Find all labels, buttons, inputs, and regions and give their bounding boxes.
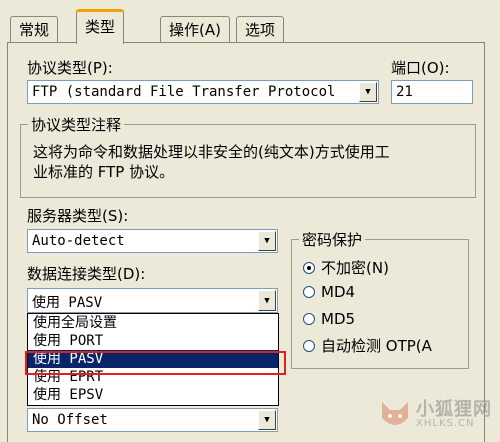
radio-button-icon[interactable] (303, 339, 315, 352)
time-offset-select[interactable]: No Offset ▼ (27, 408, 278, 432)
protocol-dropdown-arrow-icon[interactable]: ▼ (359, 82, 377, 102)
tab-type[interactable]: 类型 (76, 9, 125, 44)
server-type-dropdown-arrow-icon[interactable]: ▼ (258, 231, 276, 251)
radio-button-icon[interactable] (303, 261, 315, 274)
tab-type-label: 类型 (85, 18, 116, 36)
port-label: 端口(O): (391, 59, 450, 77)
radio-md4[interactable]: MD4 (303, 283, 355, 301)
watermark-text: 小狐狸网 XHLKS.CN (416, 401, 492, 429)
protocol-type-label: 协议类型(P): (27, 59, 113, 77)
protocol-type-value: FTP (standard File Transfer Protocol (32, 84, 336, 100)
protocol-type-select[interactable]: FTP (standard File Transfer Protocol ▼ (27, 80, 379, 104)
server-type-label: 服务器类型(S): (27, 207, 129, 225)
data-connection-value: 使用 PASV (32, 295, 103, 311)
time-offset-value: No Offset (32, 412, 108, 428)
radio-md5-label: MD5 (321, 310, 356, 328)
tab-general-label: 常规 (19, 21, 50, 39)
annotation-highlight-box (25, 351, 286, 375)
password-protection-legend: 密码保护 (299, 229, 366, 250)
server-type-value: Auto-detect (32, 233, 125, 249)
radio-auto-otp[interactable]: 自动检测 OTP(A (303, 335, 432, 356)
dropdown-option-global[interactable]: 使用全局设置 (28, 314, 278, 332)
watermark-en: XHLKS.CN (416, 418, 475, 429)
watermark-cn: 小狐狸网 (416, 399, 492, 420)
protocol-note-legend: 协议类型注释 (28, 114, 125, 135)
protocol-note-text-2: 业标准的 FTP 协议。 (33, 163, 175, 181)
radio-no-encryption[interactable]: 不加密(N) (303, 257, 389, 278)
tab-actions[interactable]: 操作(A) (160, 16, 230, 43)
time-offset-dropdown-arrow-icon[interactable]: ▼ (258, 410, 276, 430)
data-connection-select[interactable]: 使用 PASV ▼ (27, 288, 278, 313)
radio-button-icon[interactable] (303, 313, 315, 325)
fox-logo-icon (382, 402, 408, 425)
protocol-note-text-1: 这将为命令和数据处理以非安全的(纯文本)方式使用工 (33, 143, 390, 161)
tab-options[interactable]: 选项 (236, 16, 285, 43)
tab-actions-label: 操作(A) (169, 21, 221, 39)
radio-md4-label: MD4 (321, 283, 356, 301)
port-input[interactable]: 21 (391, 80, 473, 104)
data-connection-dropdown-arrow-icon[interactable]: ▼ (258, 290, 276, 311)
tab-general[interactable]: 常规 (10, 16, 59, 43)
server-type-select[interactable]: Auto-detect ▼ (27, 229, 278, 253)
radio-auto-otp-label: 自动检测 OTP(A (321, 337, 432, 355)
tab-options-label: 选项 (245, 21, 276, 39)
data-connection-label: 数据连接类型(D): (27, 265, 146, 283)
watermark: 小狐狸网 XHLKS.CN (378, 400, 492, 430)
radio-button-icon[interactable] (303, 286, 315, 298)
dropdown-option-port[interactable]: 使用 PORT (28, 332, 278, 350)
dropdown-option-epsv[interactable]: 使用 EPSV (28, 386, 278, 404)
radio-no-encryption-label: 不加密(N) (321, 259, 389, 277)
port-value: 21 (396, 84, 413, 100)
radio-md5[interactable]: MD5 (303, 310, 355, 328)
